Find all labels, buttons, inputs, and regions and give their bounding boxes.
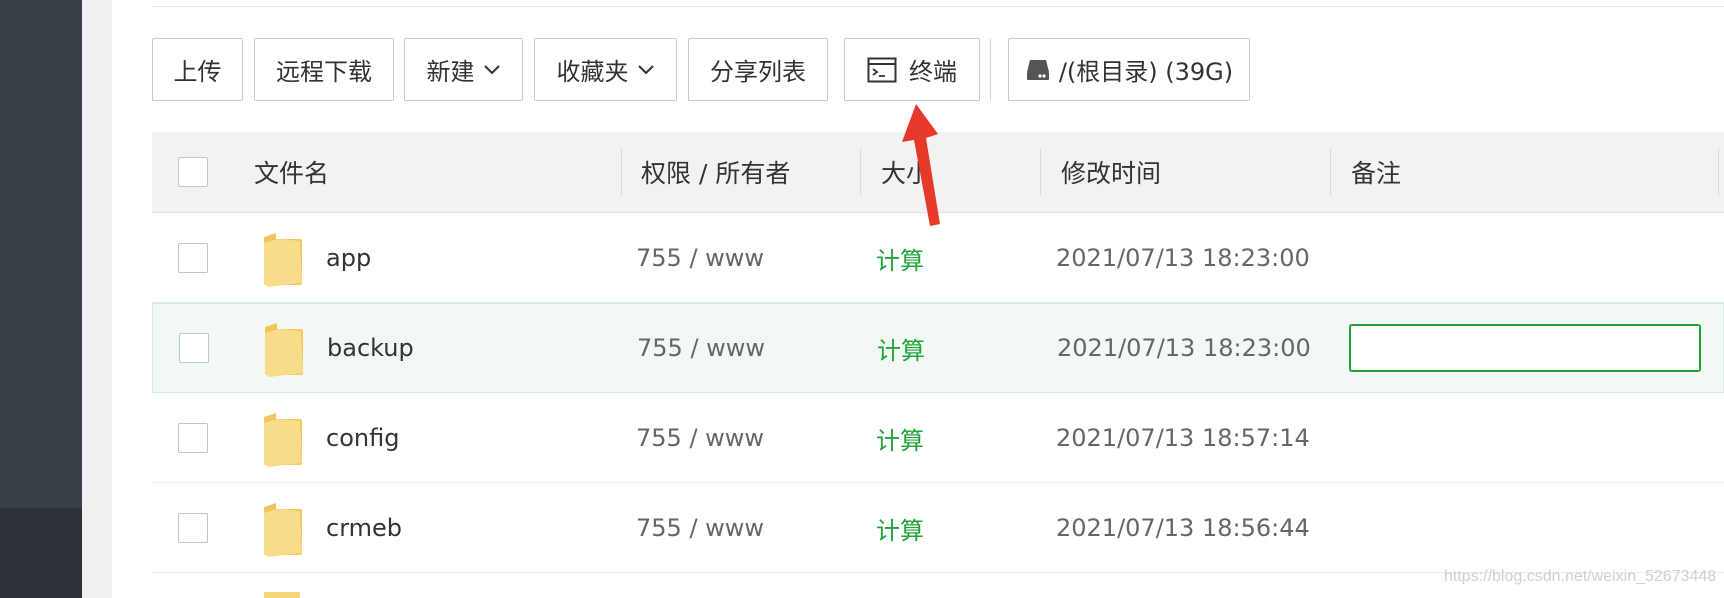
upload-label: 上传 bbox=[173, 58, 222, 86]
share-list-label: 分享列表 bbox=[710, 58, 806, 86]
file-permission[interactable]: 755 / www bbox=[636, 393, 764, 483]
calculate-size-link[interactable]: 计算 bbox=[876, 393, 924, 483]
folder-icon bbox=[264, 413, 302, 467]
favorites-dropdown-button[interactable]: 收藏夹 bbox=[534, 38, 677, 101]
watermark: https://blog.csdn.net/weixin_52673448 bbox=[1444, 568, 1717, 585]
new-label: 新建 bbox=[426, 58, 475, 86]
column-separator bbox=[1718, 148, 1719, 196]
select-all-checkbox[interactable] bbox=[178, 157, 208, 187]
row-checkbox[interactable] bbox=[179, 333, 209, 363]
calculate-size-link[interactable]: 计算 bbox=[876, 213, 924, 303]
file-name[interactable]: app bbox=[326, 213, 371, 303]
table-row[interactable]: app 755 / www 计算 2021/07/13 18:23:00 bbox=[152, 213, 1724, 303]
row-checkbox[interactable] bbox=[178, 513, 208, 543]
sidebar-footer bbox=[0, 508, 82, 598]
toolbar-divider bbox=[990, 38, 991, 101]
calculate-size-link[interactable]: 计算 bbox=[876, 483, 924, 573]
file-modified-time: 2021/07/13 18:57:14 bbox=[1056, 424, 1310, 452]
content-gutter bbox=[82, 0, 112, 598]
table-row[interactable]: backup 755 / www 计算 2021/07/13 18:23:00 bbox=[152, 303, 1724, 393]
file-modified-time: 2021/07/13 18:56:44 bbox=[1056, 514, 1310, 542]
file-name[interactable]: config bbox=[326, 393, 399, 483]
table-row[interactable]: crmeb 755 / www 计算 2021/07/13 18:56:44 bbox=[152, 483, 1724, 573]
terminal-label: 终端 bbox=[909, 58, 957, 86]
folder-icon bbox=[264, 503, 302, 557]
folder-icon bbox=[265, 323, 303, 377]
path-label: /(根目录) (39G) bbox=[1058, 58, 1234, 86]
remote-download-button[interactable]: 远程下载 bbox=[254, 38, 394, 101]
column-separator bbox=[621, 148, 622, 196]
file-modified-time: 2021/07/13 18:23:00 bbox=[1057, 334, 1311, 362]
table-row[interactable]: config 755 / www 计算 2021/07/13 18:57:14 bbox=[152, 393, 1724, 483]
header-modified[interactable]: 修改时间 bbox=[1061, 132, 1161, 212]
path-button[interactable]: /(根目录) (39G) bbox=[1008, 38, 1250, 101]
share-list-button[interactable]: 分享列表 bbox=[688, 38, 828, 101]
column-separator bbox=[1330, 148, 1331, 196]
file-permission[interactable]: 755 / www bbox=[636, 483, 764, 573]
disk-icon bbox=[1025, 58, 1051, 82]
column-separator bbox=[860, 148, 861, 196]
chevron-down-icon bbox=[637, 64, 655, 76]
top-divider bbox=[152, 6, 1724, 7]
new-dropdown-button[interactable]: 新建 bbox=[404, 38, 523, 101]
calculate-size-link[interactable]: 计算 bbox=[877, 304, 925, 392]
row-checkbox[interactable] bbox=[178, 243, 208, 273]
folder-icon bbox=[264, 592, 300, 598]
file-permission[interactable]: 755 / www bbox=[636, 213, 764, 303]
annotation-arrow bbox=[902, 104, 940, 226]
left-sidebar bbox=[0, 0, 82, 598]
header-note: 备注 bbox=[1351, 159, 1402, 188]
column-separator bbox=[1040, 148, 1041, 196]
upload-button[interactable]: 上传 bbox=[152, 38, 243, 101]
file-name[interactable]: crmeb bbox=[326, 483, 402, 573]
chevron-down-icon bbox=[483, 64, 501, 76]
header-filename[interactable]: 文件名 bbox=[254, 132, 329, 212]
remote-download-label: 远程下载 bbox=[276, 58, 372, 86]
file-name[interactable]: backup bbox=[327, 304, 414, 392]
folder-icon bbox=[264, 233, 302, 287]
terminal-button[interactable]: 终端 bbox=[844, 38, 980, 101]
terminal-icon bbox=[867, 57, 897, 83]
file-modified-time: 2021/07/13 18:23:00 bbox=[1056, 244, 1310, 272]
favorites-label: 收藏夹 bbox=[556, 58, 629, 86]
row-checkbox[interactable] bbox=[178, 423, 208, 453]
header-permission[interactable]: 权限 / 所有者 bbox=[641, 132, 790, 212]
file-permission[interactable]: 755 / www bbox=[637, 304, 765, 392]
note-input[interactable] bbox=[1349, 324, 1701, 372]
